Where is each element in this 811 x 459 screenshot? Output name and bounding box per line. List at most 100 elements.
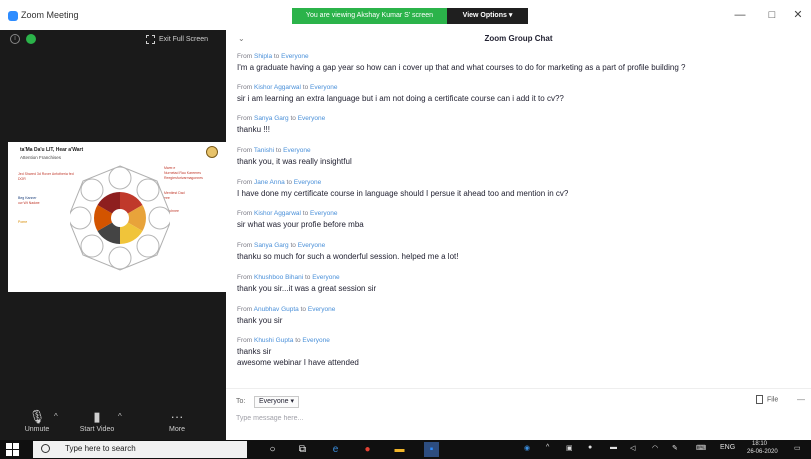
battery-icon[interactable]: ▬ [610,444,617,451]
message-sender: From Anubhav Gupta to Everyone [237,305,802,315]
from-prefix: From [237,242,253,249]
windows-taskbar: Type here to search ○ ⧉ e ● ▬ ▪ ◉ ^ ▣ ● … [0,440,811,459]
to-word: to [304,274,311,281]
clock-time[interactable]: 18:10 [752,441,767,447]
slide-note: Reegiesfurivarmagonnes [164,176,203,180]
volume-icon[interactable]: ◁ [630,444,635,452]
recipient-name: Everyone [281,53,309,60]
window-title: Zoom Meeting [21,10,79,20]
video-options-caret-icon[interactable]: ^ [118,412,122,421]
recipient-name: Everyone [283,147,311,154]
wheel-node [136,178,160,202]
zoom-taskbar-icon[interactable]: ▪ [424,442,439,457]
file-icon [756,395,763,404]
to-word: to [286,179,292,186]
zoom-logo-icon [8,11,18,21]
recipient-name: Everyone [310,84,338,91]
clock-date[interactable]: 26-06-2020 [747,449,778,455]
from-prefix: From [237,179,253,186]
unmute-label: Unmute [24,426,50,433]
sender-name: Khushi Gupta [253,337,294,344]
slide-title: ta'Ma Da'u LIT, Hear a'Wart [20,147,84,153]
from-prefix: From [237,210,253,217]
start-video-label: Start Video [79,426,115,433]
exit-full-screen-label: Exit Full Screen [159,35,209,43]
taskbar-search-box[interactable]: Type here to search [33,441,247,458]
message-sender: From Shipla to Everyone [237,52,802,62]
network-status-icon[interactable]: ◉ [524,444,530,452]
message-text: thanks sir [237,347,272,356]
show-hidden-icons-icon[interactable]: ^ [546,444,549,451]
from-prefix: From [237,53,253,60]
file-explorer-icon[interactable]: ▬ [392,442,407,457]
cortana-icon[interactable]: ○ [265,442,280,457]
slide-note: Pome [18,220,28,224]
message-text: sir i am learning an extra language but … [237,94,564,103]
chat-message: From Sanya Garg to Everyone thanku so mu… [237,241,802,262]
search-icon [41,444,50,453]
message-sender: From Sanya Garg to Everyone [237,114,802,124]
sender-name: Kishor Aggarwal [253,84,301,91]
fullscreen-icon [146,34,155,44]
wifi-icon[interactable]: ◠ [652,444,658,452]
sender-name: Khushboo Bihani [253,274,304,281]
to-word: to [295,337,301,344]
from-prefix: From [237,84,253,91]
shield-icon[interactable] [26,34,36,44]
recipient-name: Everyone [297,115,326,122]
slide-note: ow Wt Nadwe [18,201,40,205]
edge-icon[interactable]: e [328,442,343,457]
sender-name: Sanya Garg [253,242,289,249]
ellipsis-icon: ··· [170,409,184,424]
slide-notes-left: Jed Shared 3d Rover Anfotheria fed DOR B… [18,172,76,225]
career-wheel-diagram [70,165,170,271]
message-text: thank you sir...it was a great session s… [237,284,377,293]
chat-message: From Anubhav Gupta to Everyone thank you… [237,305,802,326]
wheel-node [148,206,170,230]
from-prefix: From [237,337,253,344]
keyboard-icon[interactable]: ⌨ [696,444,706,452]
chat-message: From Shipla to Everyone I'm a graduate h… [237,52,802,73]
wheel-node [70,206,92,230]
pen-icon[interactable]: ✎ [672,444,678,452]
file-button[interactable]: File [756,395,778,404]
message-sender: From Sanya Garg to Everyone [237,241,802,251]
slide-logo-icon [206,146,218,158]
audio-options-caret-icon[interactable]: ^ [54,412,58,421]
wheel-node [136,234,160,258]
restore-button[interactable]: □ [762,6,782,24]
message-sender: From Kishor Aggarwal to Everyone [237,209,802,219]
chat-more-icon[interactable]: — [797,395,805,404]
input-language[interactable]: ENG [720,444,735,451]
tray-app-icon[interactable]: ● [588,444,592,451]
close-button[interactable]: ✕ [788,6,808,24]
minimize-button[interactable]: — [730,6,750,24]
shared-screen: ta'Ma Da'u LIT, Hear a'Wart Attention Fr… [8,142,226,292]
to-word: to [273,53,280,60]
windows-start-icon[interactable] [6,443,19,456]
message-text: I'm a graduate having a gap year so how … [237,63,686,72]
wheel-node [108,166,132,190]
sender-name: Shipla [253,53,273,60]
chrome-icon[interactable]: ● [360,442,375,457]
to-word: to [302,84,309,91]
sender-name: Anubhav Gupta [253,306,299,313]
recipient-name: Everyone [312,274,340,281]
more-button[interactable]: ··· More [152,408,202,433]
view-options-button[interactable]: View Options ▾ [447,8,528,24]
to-word: to [275,147,282,154]
meeting-info-controls: i [10,34,36,44]
title-bar: Zoom Meeting You are viewing Akshay Kuma… [0,0,811,30]
exit-full-screen-button[interactable]: Exit Full Screen [146,32,208,46]
slide-notes-right: Mwer.e Nurnetad Rau Kareeres Reegiesfuri… [164,166,222,214]
start-video-button[interactable]: ▮ Start Video [72,408,122,433]
sender-name: Jane Anna [253,179,285,186]
chat-message: From Tanishi to Everyone thank you, it w… [237,146,802,167]
info-icon[interactable]: i [10,34,20,44]
slide-subtitle: Attention Franchises [20,155,62,160]
notifications-icon[interactable]: ▭ [794,444,801,452]
message-input[interactable] [236,411,796,425]
task-view-icon[interactable]: ⧉ [295,442,310,457]
recipient-dropdown[interactable]: Everyone ▾ [254,396,300,408]
tray-app-icon[interactable]: ▣ [566,444,573,452]
